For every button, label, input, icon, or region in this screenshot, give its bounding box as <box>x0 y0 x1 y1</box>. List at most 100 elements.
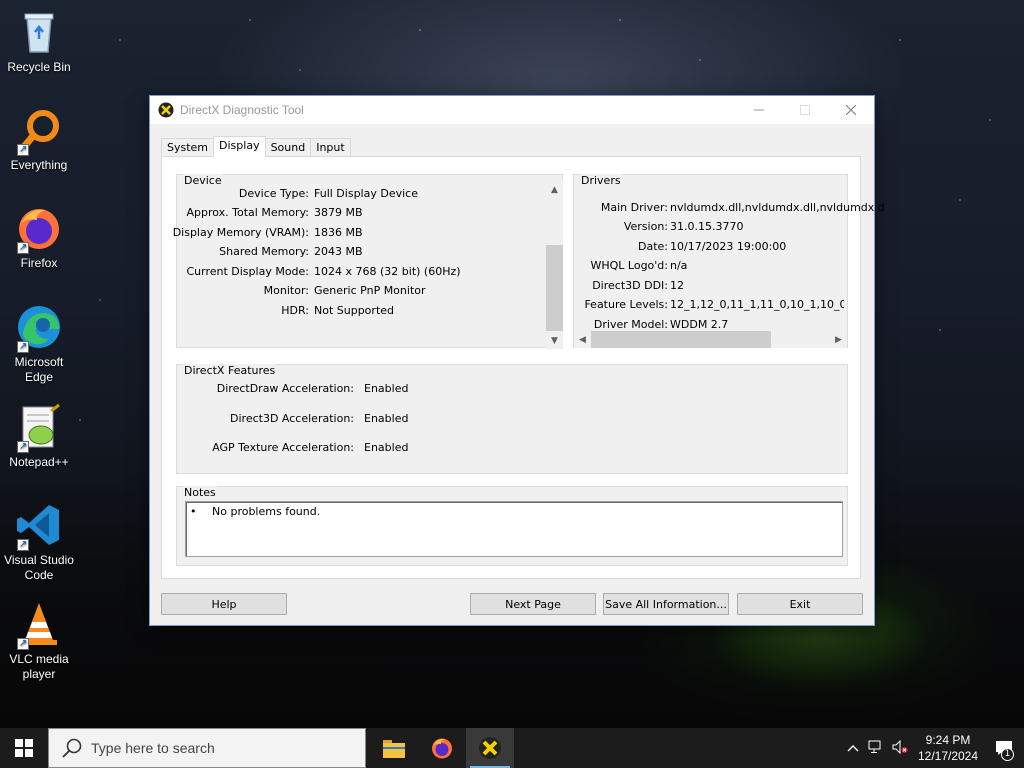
driver-row-key: Date: <box>638 240 668 253</box>
drivers-horizontal-scrollbar[interactable]: ◀ ▶ <box>574 331 847 348</box>
taskbar: Type here to search 9:24 PM 12/17/2024 1 <box>0 728 1024 768</box>
notes-textbox[interactable]: • No problems found. <box>185 501 843 557</box>
tab-system[interactable]: System <box>161 138 215 157</box>
recycle-bin-icon <box>15 8 63 56</box>
taskbar-file-explorer[interactable] <box>370 728 418 768</box>
device-vertical-scrollbar[interactable]: ▲ ▼ <box>546 181 563 349</box>
device-row: Device Type: Full Display Device <box>177 187 547 201</box>
shortcut-arrow-icon <box>17 537 29 552</box>
desktop-icon-edge[interactable]: Microsoft Edge <box>4 303 74 385</box>
feature-row-key: AGP Texture Acceleration: <box>212 441 354 454</box>
edge-icon <box>15 303 63 354</box>
show-hidden-icons-button[interactable] <box>842 742 864 755</box>
device-row-key: Shared Memory: <box>219 245 309 258</box>
driver-row-key: Direct3D DDI: <box>592 279 668 292</box>
search-icon <box>62 738 82 758</box>
taskbar-firefox[interactable] <box>418 728 466 768</box>
driver-row-value: 12_1,12_0,11_1,11_0,10_1,10_0,9_3 <box>670 298 844 311</box>
window-titlebar[interactable]: DirectX Diagnostic Tool <box>150 96 874 124</box>
chevron-up-icon <box>847 744 859 751</box>
desktop-icon-recycle-bin[interactable]: Recycle Bin <box>4 8 74 75</box>
desktop-icon-vlc[interactable]: VLC media player <box>4 600 74 682</box>
device-row-value: Full Display Device <box>314 187 418 200</box>
taskbar-search-box[interactable]: Type here to search <box>48 728 366 768</box>
driver-row: Main Driver: nvldumdx.dll,nvldumdx.dll,n… <box>574 201 885 215</box>
device-row-key: HDR: <box>281 304 309 317</box>
device-row-key: Device Type: <box>238 187 309 200</box>
desktop-icon-everything[interactable]: Everything <box>4 106 74 173</box>
driver-row-key: Version: <box>623 220 668 233</box>
clock-date: 12/17/2024 <box>917 749 979 763</box>
tab-input[interactable]: Input <box>310 138 351 157</box>
close-icon <box>846 105 856 115</box>
scroll-up-icon[interactable]: ▲ <box>546 181 563 198</box>
notification-count-badge: 1 <box>1001 748 1014 761</box>
feature-row-key: Direct3D Acceleration: <box>230 412 354 425</box>
desktop-icon-notepadpp[interactable]: Notepad++ <box>4 403 74 470</box>
shortcut-arrow-icon <box>17 142 29 157</box>
scrollbar-thumb[interactable] <box>591 331 771 348</box>
tab-strip: System Display Sound Input <box>161 136 351 157</box>
next-page-button[interactable]: Next Page <box>470 593 596 615</box>
scroll-left-icon[interactable]: ◀ <box>574 331 591 348</box>
shortcut-arrow-icon <box>17 439 29 454</box>
driver-row: Direct3D DDI: 12 <box>574 279 844 293</box>
directx-window: DirectX Diagnostic Tool System Display S… <box>149 95 885 626</box>
help-button[interactable]: Help <box>161 593 287 615</box>
tab-display[interactable]: Display <box>213 136 266 157</box>
system-tray: 9:24 PM 12/17/2024 1 <box>842 728 1024 768</box>
tab-sound[interactable]: Sound <box>264 138 312 157</box>
shortcut-arrow-icon <box>17 240 29 255</box>
device-row-value: Not Supported <box>314 304 395 317</box>
device-row-key: Display Memory (VRAM): <box>172 226 309 239</box>
device-row-value: Generic PnP Monitor <box>314 284 426 297</box>
display-tab-page: Device Device Type: Full Display Device … <box>161 156 885 579</box>
driver-row-key: WHQL Logo'd: <box>590 259 668 272</box>
start-button[interactable] <box>0 728 48 768</box>
action-center-button[interactable]: 1 <box>984 728 1024 768</box>
scroll-down-icon[interactable]: ▼ <box>546 332 563 349</box>
driver-row-value: 10/17/2023 19:00:00 <box>670 240 787 253</box>
volume-button[interactable] <box>888 739 912 757</box>
driver-row: Feature Levels: 12_1,12_0,11_1,11_0,10_1… <box>574 298 844 312</box>
scroll-right-icon[interactable]: ▶ <box>830 331 847 348</box>
scrollbar-thumb[interactable] <box>546 245 563 331</box>
device-row-value: 2043 MB <box>314 245 363 258</box>
device-group: Device Device Type: Full Display Device … <box>173 174 563 349</box>
driver-row: WHQL Logo'd: n/a <box>574 259 844 273</box>
vlc-icon <box>15 600 63 651</box>
taskbar-clock[interactable]: 9:24 PM 12/17/2024 <box>912 732 984 764</box>
driver-row: Driver Model: WDDM 2.7 <box>574 318 844 332</box>
close-button[interactable] <box>828 96 874 124</box>
device-row: HDR: Not Supported <box>177 304 547 318</box>
desktop-icon-label: Firefox <box>20 256 58 270</box>
exit-button[interactable]: Exit <box>737 593 863 615</box>
network-button[interactable] <box>864 740 888 757</box>
feature-row-key: DirectDraw Acceleration: <box>216 382 354 395</box>
taskbar-directx-diagnostic[interactable] <box>466 728 514 768</box>
driver-row-value: 31.0.15.3770 <box>670 220 744 233</box>
feature-row: AGP Texture Acceleration: Enabled <box>177 441 577 455</box>
notes-text: No problems found. <box>212 505 321 518</box>
driver-row: Version: 31.0.15.3770 <box>574 220 844 234</box>
desktop-icon-label: Notepad++ <box>9 455 69 469</box>
device-row: Display Memory (VRAM): 1836 MB <box>173 226 547 240</box>
device-row-key: Approx. Total Memory: <box>186 206 310 219</box>
device-row-value: 3879 MB <box>314 206 363 219</box>
minimize-button[interactable] <box>736 96 782 124</box>
desktop-icon-vscode[interactable]: Visual Studio Code <box>4 501 74 583</box>
window-title: DirectX Diagnostic Tool <box>180 103 304 117</box>
notes-bullet: • <box>190 505 197 518</box>
desktop-icon-label: Visual Studio Code <box>4 553 74 582</box>
feature-row: Direct3D Acceleration: Enabled <box>177 412 577 426</box>
save-all-information-button[interactable]: Save All Information... <box>603 593 729 615</box>
device-row: Approx. Total Memory: 3879 MB <box>177 206 547 220</box>
notes-group-label: Notes <box>183 486 217 499</box>
windows-logo-icon <box>15 739 33 757</box>
desktop-icon-firefox[interactable]: Firefox <box>4 204 74 271</box>
maximize-button[interactable] <box>782 96 828 124</box>
firefox-icon <box>15 204 63 255</box>
driver-row-key: Main Driver: <box>600 201 668 214</box>
driver-row-value: n/a <box>670 259 688 272</box>
shortcut-arrow-icon <box>17 636 29 651</box>
